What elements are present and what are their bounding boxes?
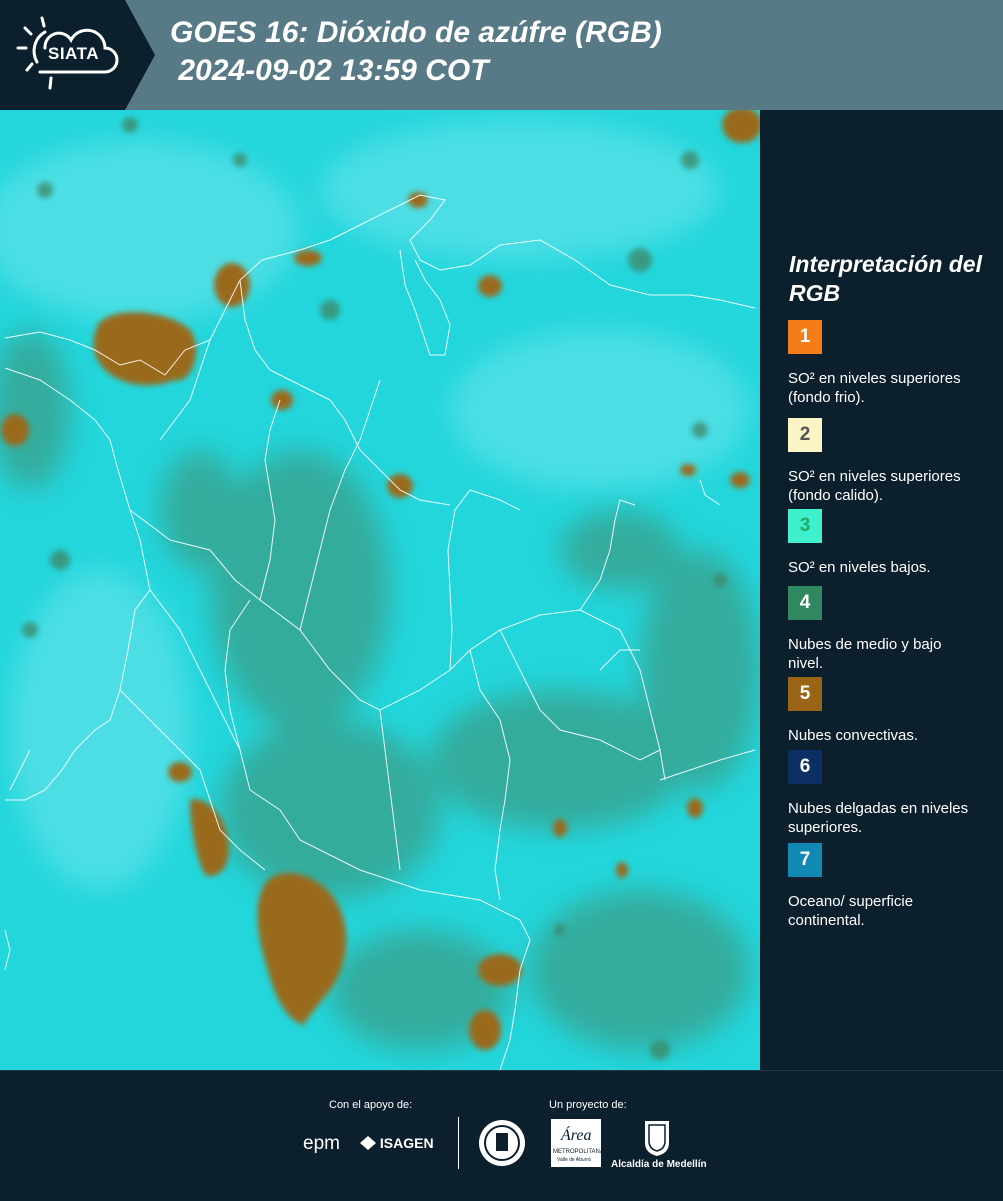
title-line-1: GOES 16: Dióxido de azúfre (RGB) <box>170 16 662 49</box>
legend-swatch-5: 5 <box>788 677 822 711</box>
legend-label-3: SO² en niveles bajos. <box>788 559 931 576</box>
isagen-logo: ISAGEN <box>360 1135 434 1151</box>
legend-swatch-2: 2 <box>788 418 822 452</box>
legend-item-4: 4 Nubes de medio y bajo nivel. <box>788 586 998 673</box>
legend-swatch-6: 6 <box>788 750 822 784</box>
isagen-icon <box>360 1136 376 1150</box>
alcaldia-shield-icon <box>645 1121 669 1156</box>
area-top: Área <box>561 1127 592 1144</box>
support-label: Con el apoyo de: <box>329 1099 413 1111</box>
page-title: GOES 16: Dióxido de azúfre (RGB) 2024-09… <box>170 14 662 90</box>
isagen-text: ISAGEN <box>379 1135 434 1151</box>
legend-label-4: Nubes de medio y bajo nivel. <box>788 636 942 672</box>
legend-label-6: Nubes delgadas en niveles superiores. <box>788 800 969 836</box>
legend-swatch-1: 1 <box>788 320 822 354</box>
medellin-seal-icon <box>479 1120 525 1166</box>
project-label: Un proyecto de: <box>549 1099 627 1111</box>
legend-item-1: 1 SO² en niveles superiores (fondo frio)… <box>788 320 998 407</box>
legend-label-5: Nubes convectivas. <box>788 727 919 744</box>
map-image <box>0 110 760 1070</box>
area-sub: METROPOLITANA <box>553 1149 604 1155</box>
area-sub2: Valle de Aburrá <box>557 1157 591 1163</box>
legend-item-6: 6 Nubes delgadas en niveles superiores. <box>788 750 998 837</box>
legend-swatch-4: 4 <box>788 586 822 620</box>
legend-item-2: 2 SO² en niveles superiores (fondo calid… <box>788 418 998 505</box>
legend-panel: Interpretación del RGB 1 SO² en niveles … <box>760 110 1003 1070</box>
alcaldia-text: Alcaldía de Medellín <box>611 1159 707 1170</box>
epm-logo: epm <box>303 1133 340 1154</box>
legend-label-7: Oceano/ superficie continental. <box>788 893 914 929</box>
area-metropolitana-logo: Área METROPOLITANA Valle de Aburrá <box>551 1119 604 1167</box>
legend-label-1: SO² en niveles superiores (fondo frio). <box>788 370 961 406</box>
legend-title: Interpretación del RGB <box>789 251 982 306</box>
legend-label-2: SO² en niveles superiores (fondo calido)… <box>788 468 961 504</box>
footer-divider <box>458 1117 459 1169</box>
logo-text: SIATA <box>48 44 99 63</box>
legend-swatch-7: 7 <box>788 843 822 877</box>
title-line-2: 2024-09-02 13:59 COT <box>170 54 489 87</box>
legend-item-7: 7 Oceano/ superficie continental. <box>788 843 998 930</box>
header-bar: SIATA GOES 16: Dióxido de azúfre (RGB) 2… <box>0 0 1003 110</box>
satellite-map <box>0 110 760 1070</box>
legend-swatch-3: 3 <box>788 509 822 543</box>
footer-bar: Con el apoyo de: Un proyecto de: epm ISA… <box>0 1070 1003 1201</box>
siata-logo: SIATA <box>0 0 155 110</box>
legend-item-5: 5 Nubes convectivas. <box>788 677 998 745</box>
legend-item-3: 3 SO² en niveles bajos. <box>788 509 998 577</box>
